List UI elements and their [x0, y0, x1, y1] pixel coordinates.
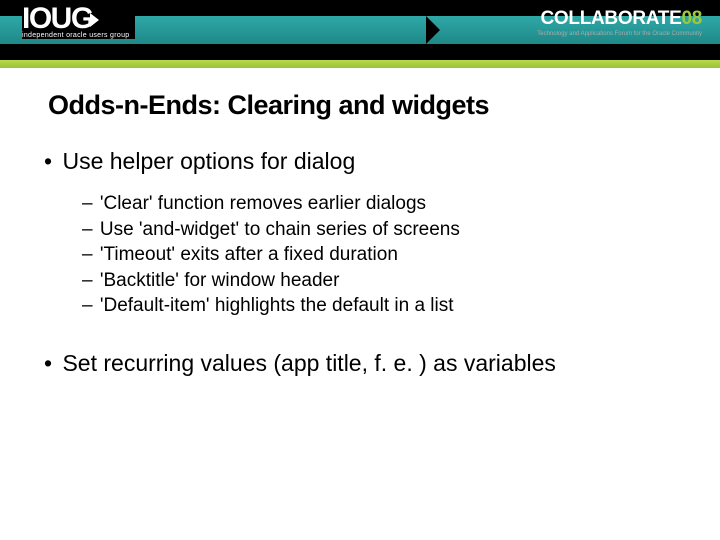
collaborate-logo: COLLABORATE08 Technology and Application…: [537, 8, 702, 37]
sub-bullet-list: 'Clear' function removes earlier dialogs…: [104, 191, 672, 319]
sub-bullet: 'Clear' function removes earlier dialogs: [104, 191, 672, 217]
sub-bullet: 'Backtitle' for window header: [104, 268, 672, 294]
ioug-logo: IOUG independent oracle users group: [22, 4, 135, 39]
collaborate-text: COLLABORATE08: [537, 8, 702, 30]
sub-bullet: Use 'and-widget' to chain series of scre…: [104, 217, 672, 243]
logo-subtitle: independent oracle users group: [22, 32, 129, 39]
bullet-level-1: Use helper options for dialog: [62, 147, 672, 177]
header-lime-stripe: [0, 60, 720, 68]
slide-title: Odds-n-Ends: Clearing and widgets: [48, 90, 672, 121]
logo-text: IOUG: [22, 4, 129, 34]
logo-letters: IOUG: [22, 4, 93, 34]
logo-arrow-icon: [90, 13, 99, 27]
sub-bullet: 'Timeout' exits after a fixed duration: [104, 242, 672, 268]
bullet-level-1: Set recurring values (app title, f. e. )…: [62, 349, 672, 379]
collaborate-tagline: Technology and Applications Forum for th…: [537, 31, 702, 37]
sub-bullet: 'Default-item' highlights the default in…: [104, 293, 672, 319]
slide-content: Odds-n-Ends: Clearing and widgets Use he…: [48, 90, 672, 393]
header-banner: IOUG independent oracle users group COLL…: [0, 0, 720, 60]
